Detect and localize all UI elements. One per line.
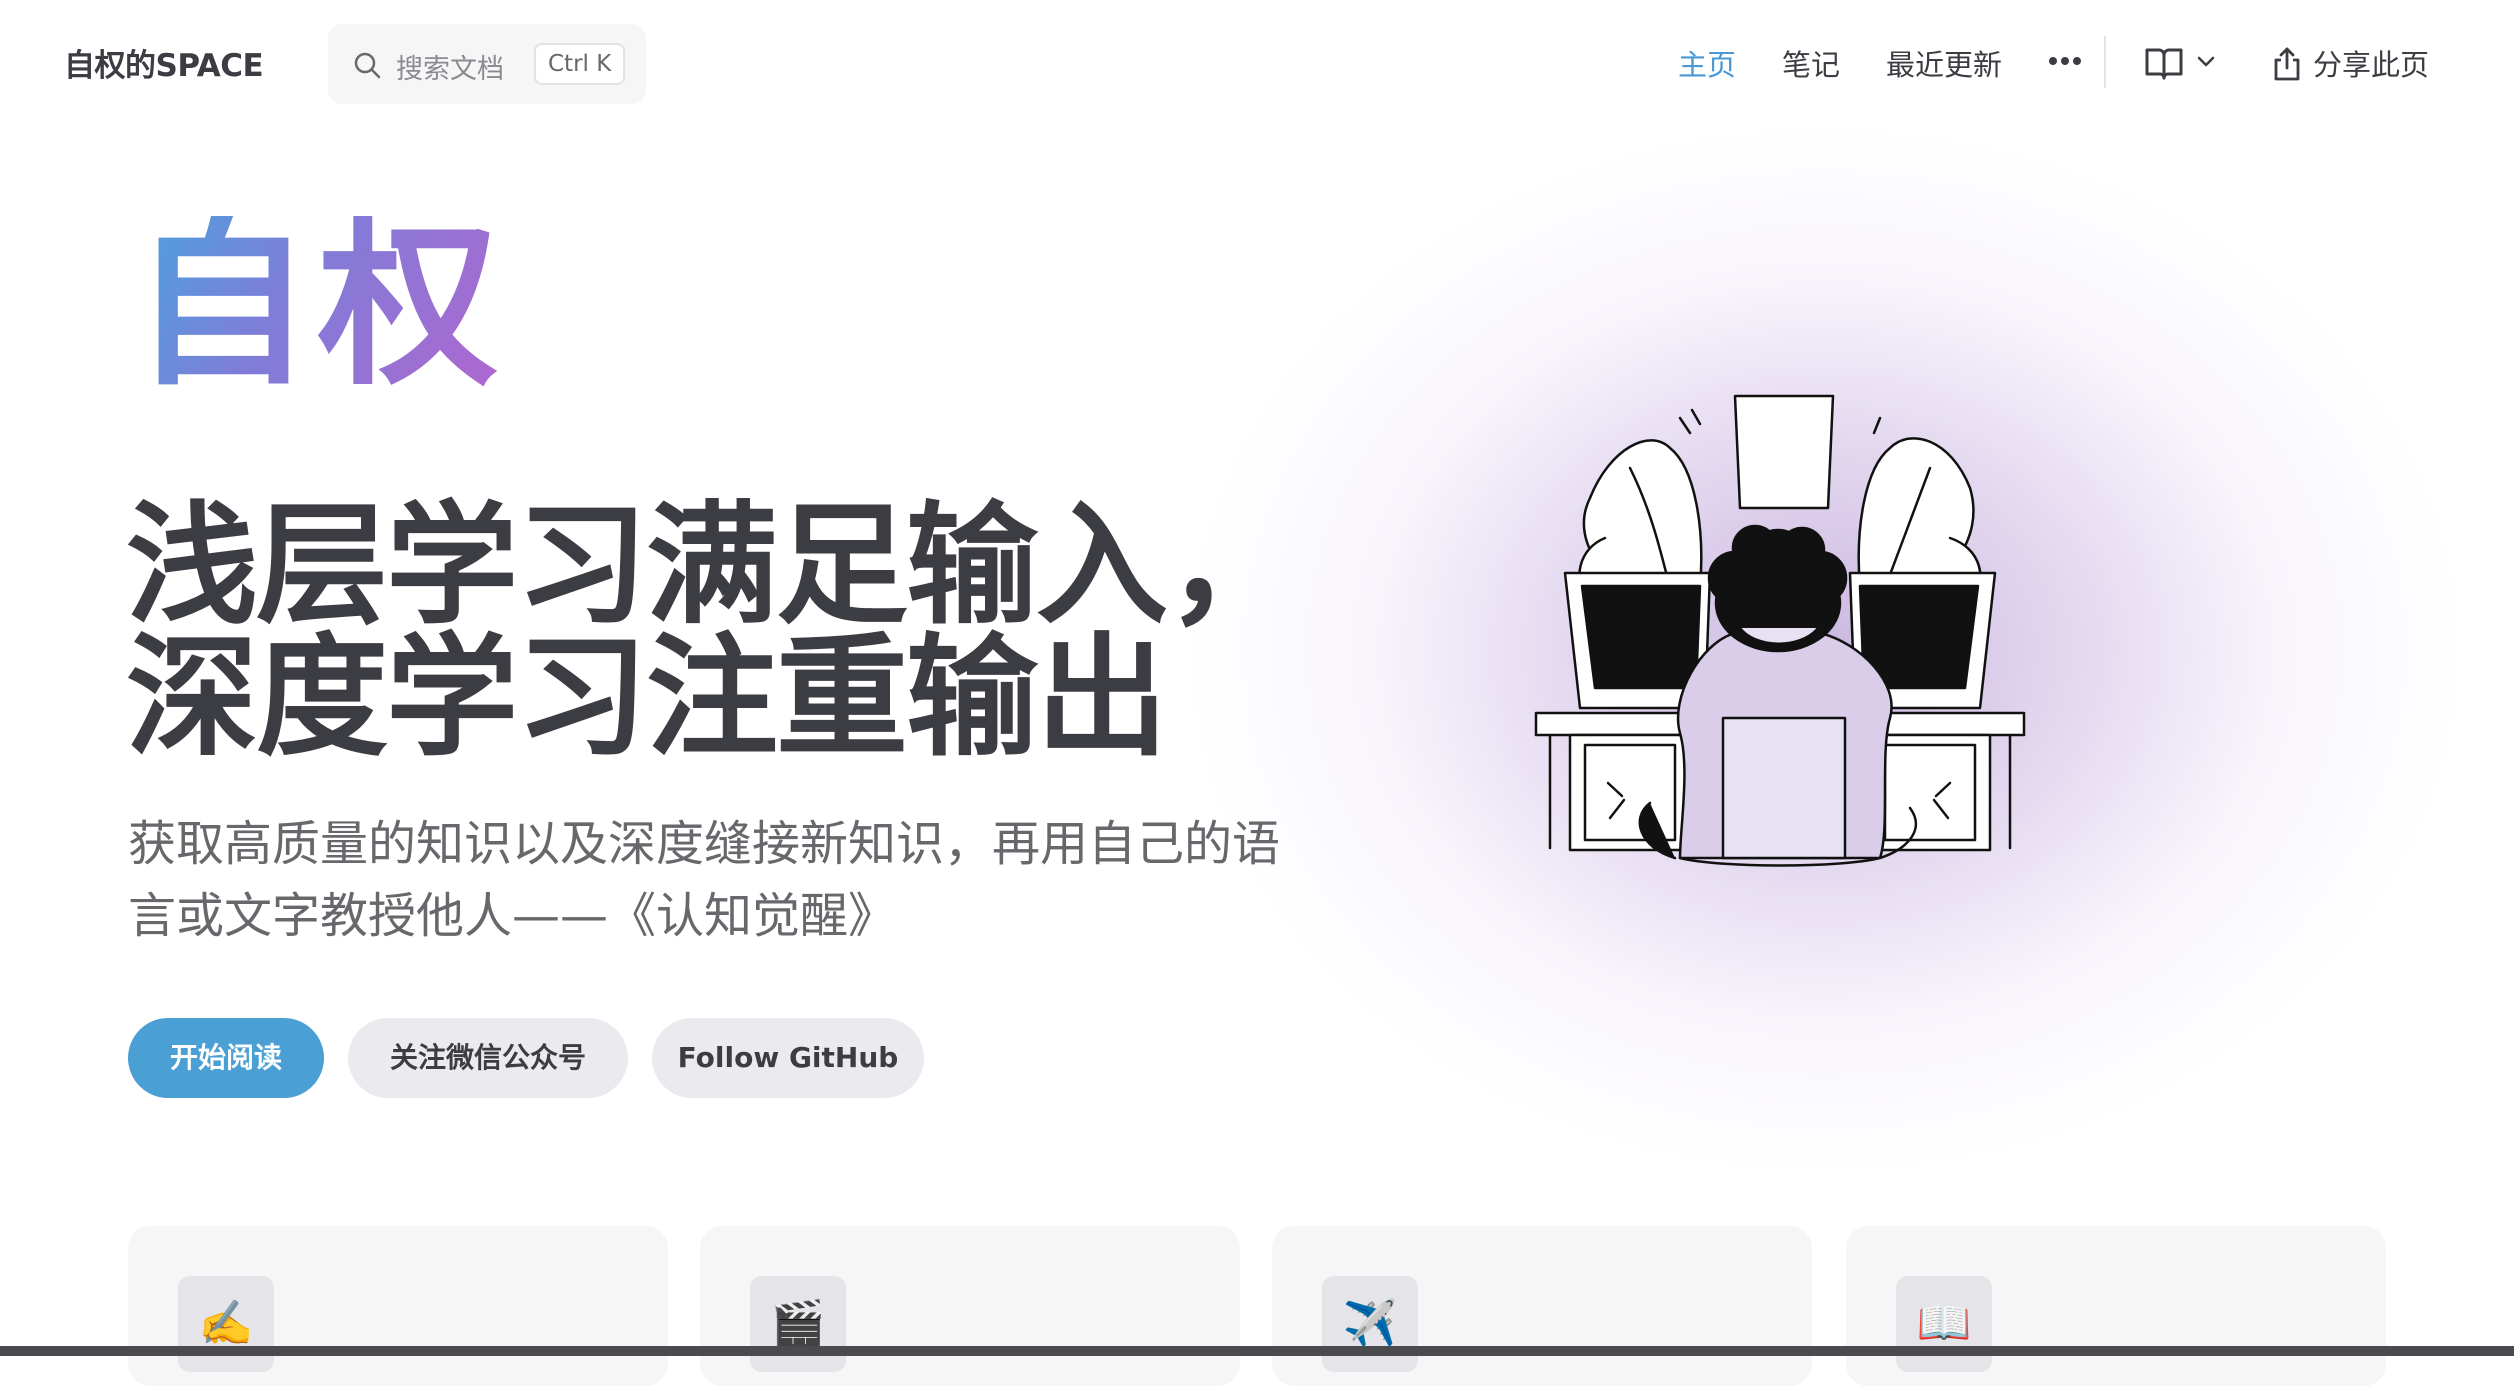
search-box[interactable]: 搜索文档 Ctrl K	[328, 24, 646, 104]
clapper-board-icon: 🎬	[750, 1276, 846, 1372]
window-bottom-edge	[0, 1346, 2514, 1356]
hero-name: 自权	[132, 201, 505, 410]
hero-tagline: 获取高质量的知识以及深度缝接新知识，再用自己的语言或文字教授他人——《认知觉醒》	[128, 816, 1281, 944]
share-icon[interactable]	[2272, 46, 2302, 82]
search-icon	[354, 52, 381, 79]
feature-card[interactable]: 📖	[1846, 1226, 2386, 1386]
search-shortcut-key: Ctrl K	[534, 43, 626, 85]
wechat-follow-button[interactable]: 关注微信公众号	[348, 1018, 628, 1098]
hero-headline: 浅层学习满足输入， 深度学习注重输出	[126, 489, 1298, 775]
hero-headline-line1: 浅层学习满足输入，	[126, 489, 1298, 643]
feature-card[interactable]: ✈️	[1272, 1226, 1812, 1386]
open-book-icon: 📖	[1896, 1276, 1992, 1372]
chevron-down-icon[interactable]	[2196, 54, 2216, 70]
nav-link-home[interactable]: 主页	[1678, 42, 1736, 84]
start-reading-button[interactable]: 开始阅读	[128, 1018, 324, 1098]
hero-headline-line2: 深度学习注重输出	[126, 621, 1168, 775]
nav-divider	[2104, 36, 2106, 88]
search-placeholder: 搜索文档	[396, 54, 504, 85]
nav-link-recent[interactable]: 最近更新	[1886, 42, 2002, 84]
share-page-link[interactable]: 分享此页	[2313, 42, 2429, 84]
airplane-icon: ✈️	[1322, 1276, 1418, 1372]
top-nav: 自权的SPACE 搜索文档 Ctrl K 主页 笔记 最近更新 分享此页	[0, 0, 2514, 128]
more-horizontal-icon[interactable]	[2048, 56, 2082, 66]
site-title[interactable]: 自权的SPACE	[64, 40, 264, 85]
nav-link-notes[interactable]: 笔记	[1782, 42, 1840, 84]
feature-card[interactable]: 🎬	[700, 1226, 1240, 1386]
hero-illustration	[1534, 394, 2026, 867]
feature-card[interactable]: ✍️	[128, 1226, 668, 1386]
writing-hand-icon: ✍️	[178, 1276, 274, 1372]
github-follow-button[interactable]: Follow GitHub	[652, 1018, 924, 1098]
book-open-icon[interactable]	[2144, 46, 2184, 82]
